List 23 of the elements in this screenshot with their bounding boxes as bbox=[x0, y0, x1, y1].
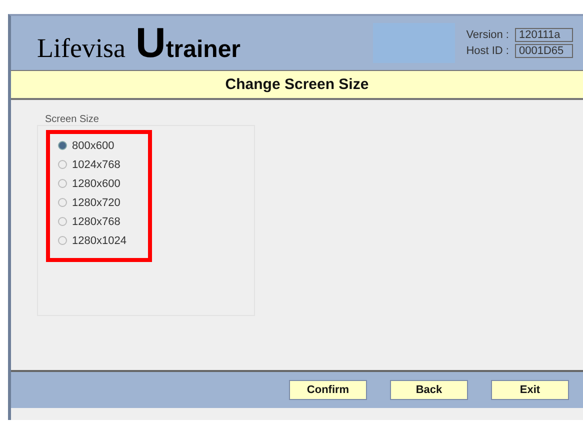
page-title: Change Screen Size bbox=[225, 76, 369, 93]
info-value: 0001D65 bbox=[515, 44, 573, 58]
option-label[interactable]: 1024x768 bbox=[72, 158, 120, 170]
action-button[interactable]: Exit bbox=[491, 380, 569, 400]
action-button[interactable]: Confirm bbox=[289, 380, 367, 400]
group-label: Screen Size bbox=[45, 114, 100, 125]
action-button[interactable]: Back bbox=[390, 380, 468, 400]
radio-button[interactable] bbox=[58, 160, 67, 169]
info-value: 120111a bbox=[515, 28, 573, 42]
logo-product: Utrainer bbox=[135, 22, 241, 64]
radio-button[interactable] bbox=[58, 198, 67, 207]
option-label[interactable]: 1280x1024 bbox=[72, 234, 126, 246]
info-label: Host ID : bbox=[466, 45, 509, 57]
logo-brand: Lifevisa bbox=[37, 32, 126, 64]
radio-button[interactable] bbox=[58, 217, 67, 226]
info-label: Version : bbox=[466, 29, 509, 41]
option-label[interactable]: 1280x768 bbox=[72, 216, 120, 228]
radio-button[interactable] bbox=[58, 179, 67, 188]
option-label[interactable]: 1280x720 bbox=[72, 196, 120, 208]
radio-button[interactable] bbox=[58, 141, 67, 150]
option-label[interactable]: 800x600 bbox=[72, 140, 114, 152]
option-label[interactable]: 1280x600 bbox=[72, 178, 120, 190]
radio-button[interactable] bbox=[58, 236, 67, 245]
